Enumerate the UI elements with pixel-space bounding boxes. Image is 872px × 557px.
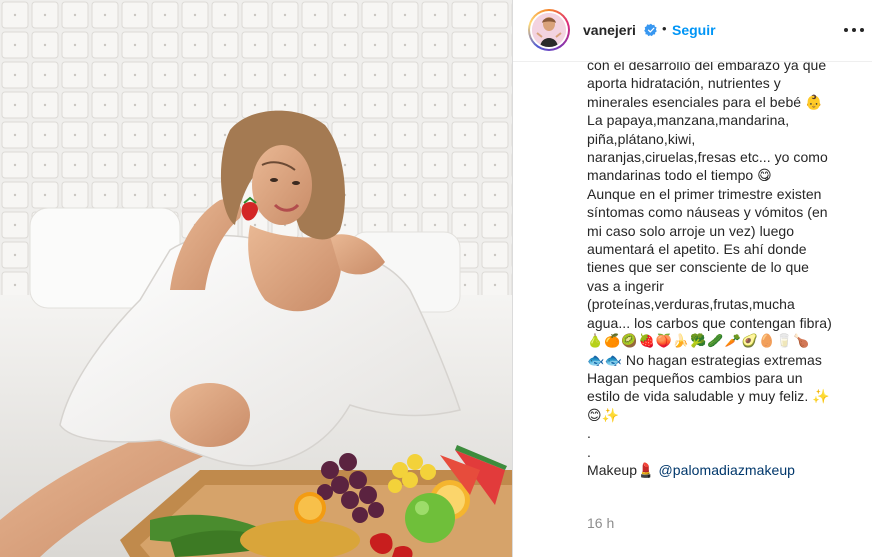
caption-line-text: No hagan estrategias extremas xyxy=(621,351,822,368)
caption-line: agua... los carbos que contengan fibra) xyxy=(587,314,832,331)
caption-line: aumentará el apetito. Es ahí donde xyxy=(587,241,807,258)
post-header: vanejeri • Seguir xyxy=(513,0,872,62)
more-dot xyxy=(844,28,848,32)
makeup-label: Makeup💄 xyxy=(587,461,655,478)
caption-line: naranjas,ciruelas,fresas etc... yo como xyxy=(587,149,828,166)
caption-line: Hagan pequeños cambios para un xyxy=(587,369,803,386)
caption-line: . xyxy=(587,443,591,460)
verified-badge-icon xyxy=(644,23,657,37)
avatar-ring xyxy=(530,11,568,49)
avatar[interactable] xyxy=(528,9,570,51)
caption-makeup-credit: Makeup💄 @palomadiazmakeup xyxy=(587,461,857,479)
caption-line: mi caso solo arroje un vez) luego xyxy=(587,222,795,239)
caption-line: estilo de vida saludable y muy feliz. ✨ xyxy=(587,388,830,405)
post-timestamp[interactable]: 16 h xyxy=(587,515,614,531)
caption-line: minerales esenciales para el bebé 👶 xyxy=(587,93,823,110)
header-separator: • xyxy=(662,21,667,36)
caption-line: síntomas como náuseas y vómitos (en xyxy=(587,204,828,221)
mention-link[interactable]: @palomadiazmakeup xyxy=(659,462,795,478)
avatar-image xyxy=(532,13,566,47)
fish-emoji-icons: 🐟🐟 xyxy=(587,351,622,368)
caption-line: 😊✨ xyxy=(587,406,620,423)
more-dot xyxy=(860,28,864,32)
caption-line: . xyxy=(587,425,591,442)
caption-line: (proteínas,verduras,frutas,mucha xyxy=(587,296,795,313)
photo-illustration xyxy=(0,0,512,557)
caption-line: piña,plátano,kiwi, xyxy=(587,130,696,147)
caption-emoji-row: 🍐🍊🥝🍓🍑🍌🥦🥒🥕🥑🥚🥛🍗 xyxy=(587,333,811,349)
post-details-panel: vanejeri • Seguir con el desarrollo del … xyxy=(513,0,872,557)
caption-line: 🐟🐟 No hagan estrategias extremas xyxy=(587,351,857,369)
more-options-icon[interactable] xyxy=(842,18,866,42)
post-caption: con el desarrollo del embarazo ya que ap… xyxy=(587,56,857,479)
username[interactable]: vanejeri xyxy=(583,22,636,38)
post-photo[interactable] xyxy=(0,0,512,557)
more-dot xyxy=(852,28,856,32)
avatar-illustration xyxy=(532,13,566,47)
caption-line: Aunque en el primer trimestre existen xyxy=(587,185,822,202)
caption-line: tienes que ser consciente de lo que xyxy=(587,259,810,276)
caption-line: vas a ingerir xyxy=(587,277,664,294)
caption-line: aporta hidratación, nutrientes y xyxy=(587,75,781,92)
caption-line: La papaya,manzana,mandarina, xyxy=(587,112,790,129)
follow-button[interactable]: Seguir xyxy=(672,22,716,38)
caption-line: mandarinas todo el tiempo 😋 xyxy=(587,167,772,184)
